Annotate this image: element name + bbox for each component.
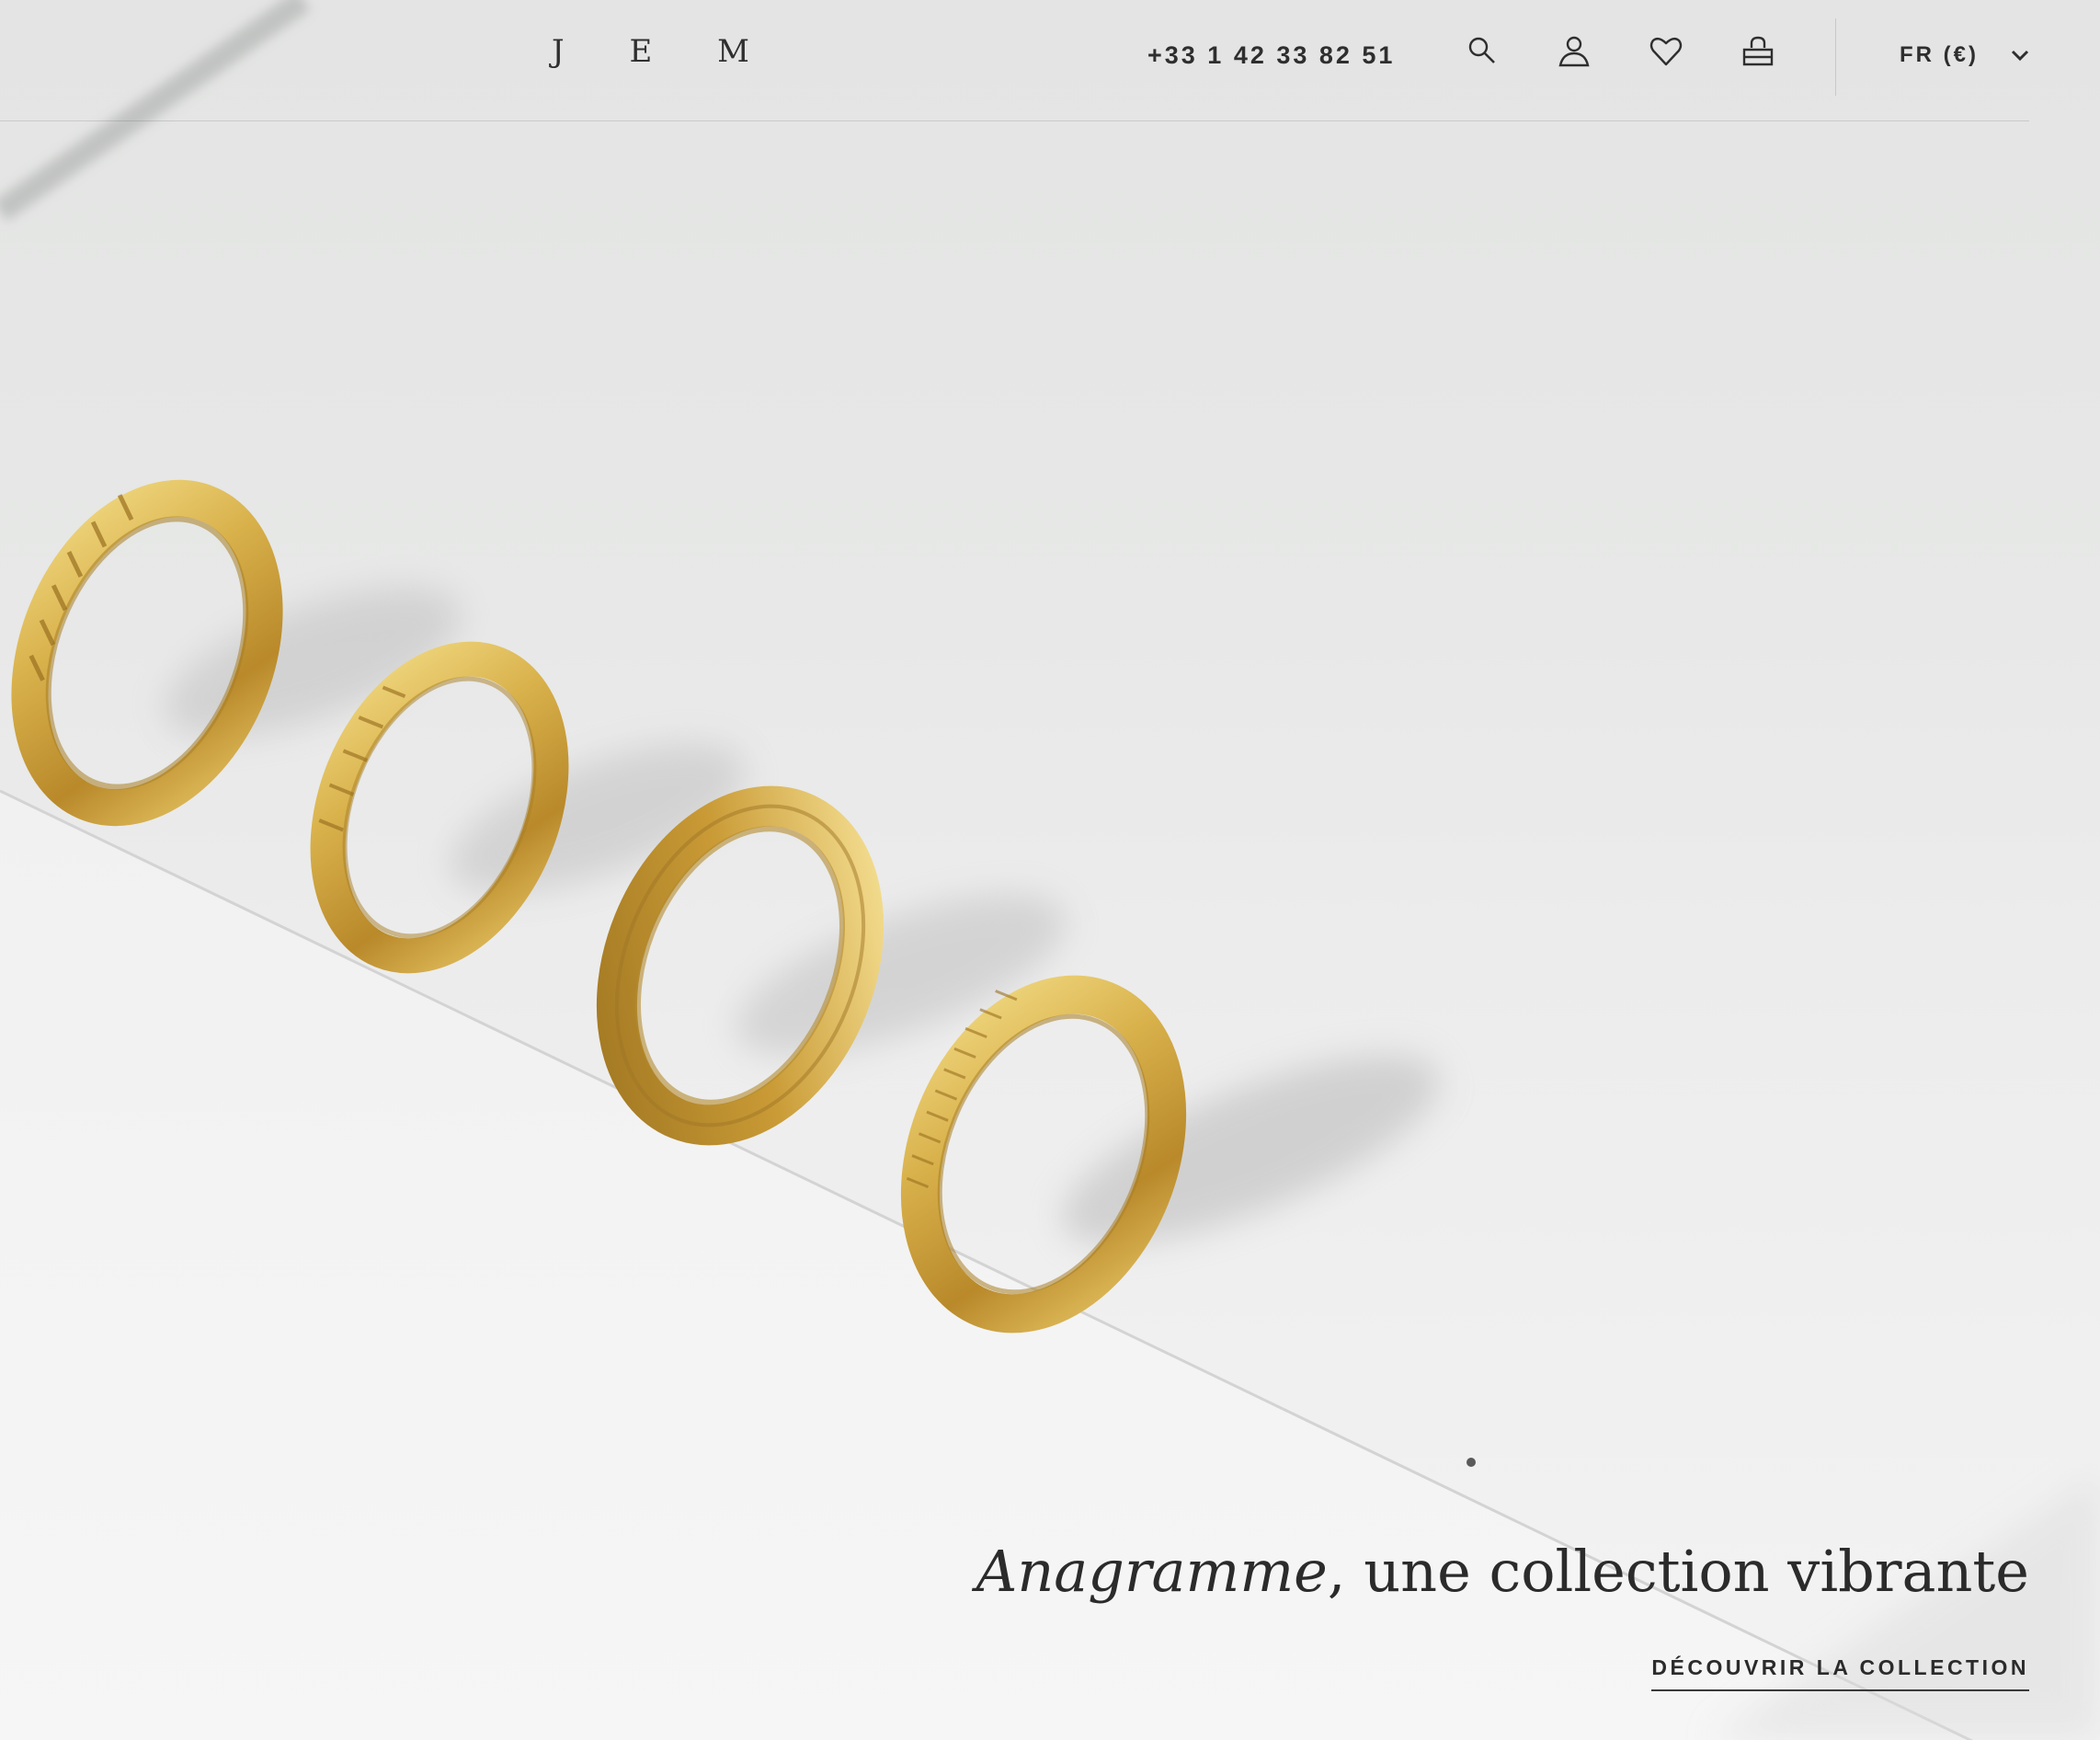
bag-button[interactable] [1738,31,1778,72]
hero-image [0,0,2100,1740]
header-divider [0,120,2029,121]
account-button[interactable] [1554,31,1594,72]
discover-collection-link[interactable]: DÉCOUVRIR LA COLLECTION [1651,1655,2029,1691]
search-button[interactable] [1463,31,1503,72]
chevron-down-icon [2011,50,2029,62]
account-icon [1558,36,1590,67]
hero-title-collection-name: Anagramme [976,1538,1328,1605]
locale-label: FR (€) [1900,42,1979,67]
wishlist-button[interactable] [1646,31,1686,72]
hero-title-rest: , une collection vibrante [1327,1538,2029,1605]
site-header: J E M +33 1 42 33 82 51 FR (€) [0,0,2100,121]
hero-title: Anagramme, une collection vibrante [976,1538,2029,1605]
locale-selector[interactable]: FR (€) [1900,42,2032,68]
bag-icon [1742,36,1774,66]
phone-link[interactable]: +33 1 42 33 82 51 [1147,41,1395,70]
wishlist-icon [1649,37,1683,66]
header-separator [1835,18,1836,96]
search-icon [1468,37,1495,63]
site-logo[interactable]: J E M [552,33,777,70]
page: J E M +33 1 42 33 82 51 FR (€) Anagramme… [0,0,2100,1740]
